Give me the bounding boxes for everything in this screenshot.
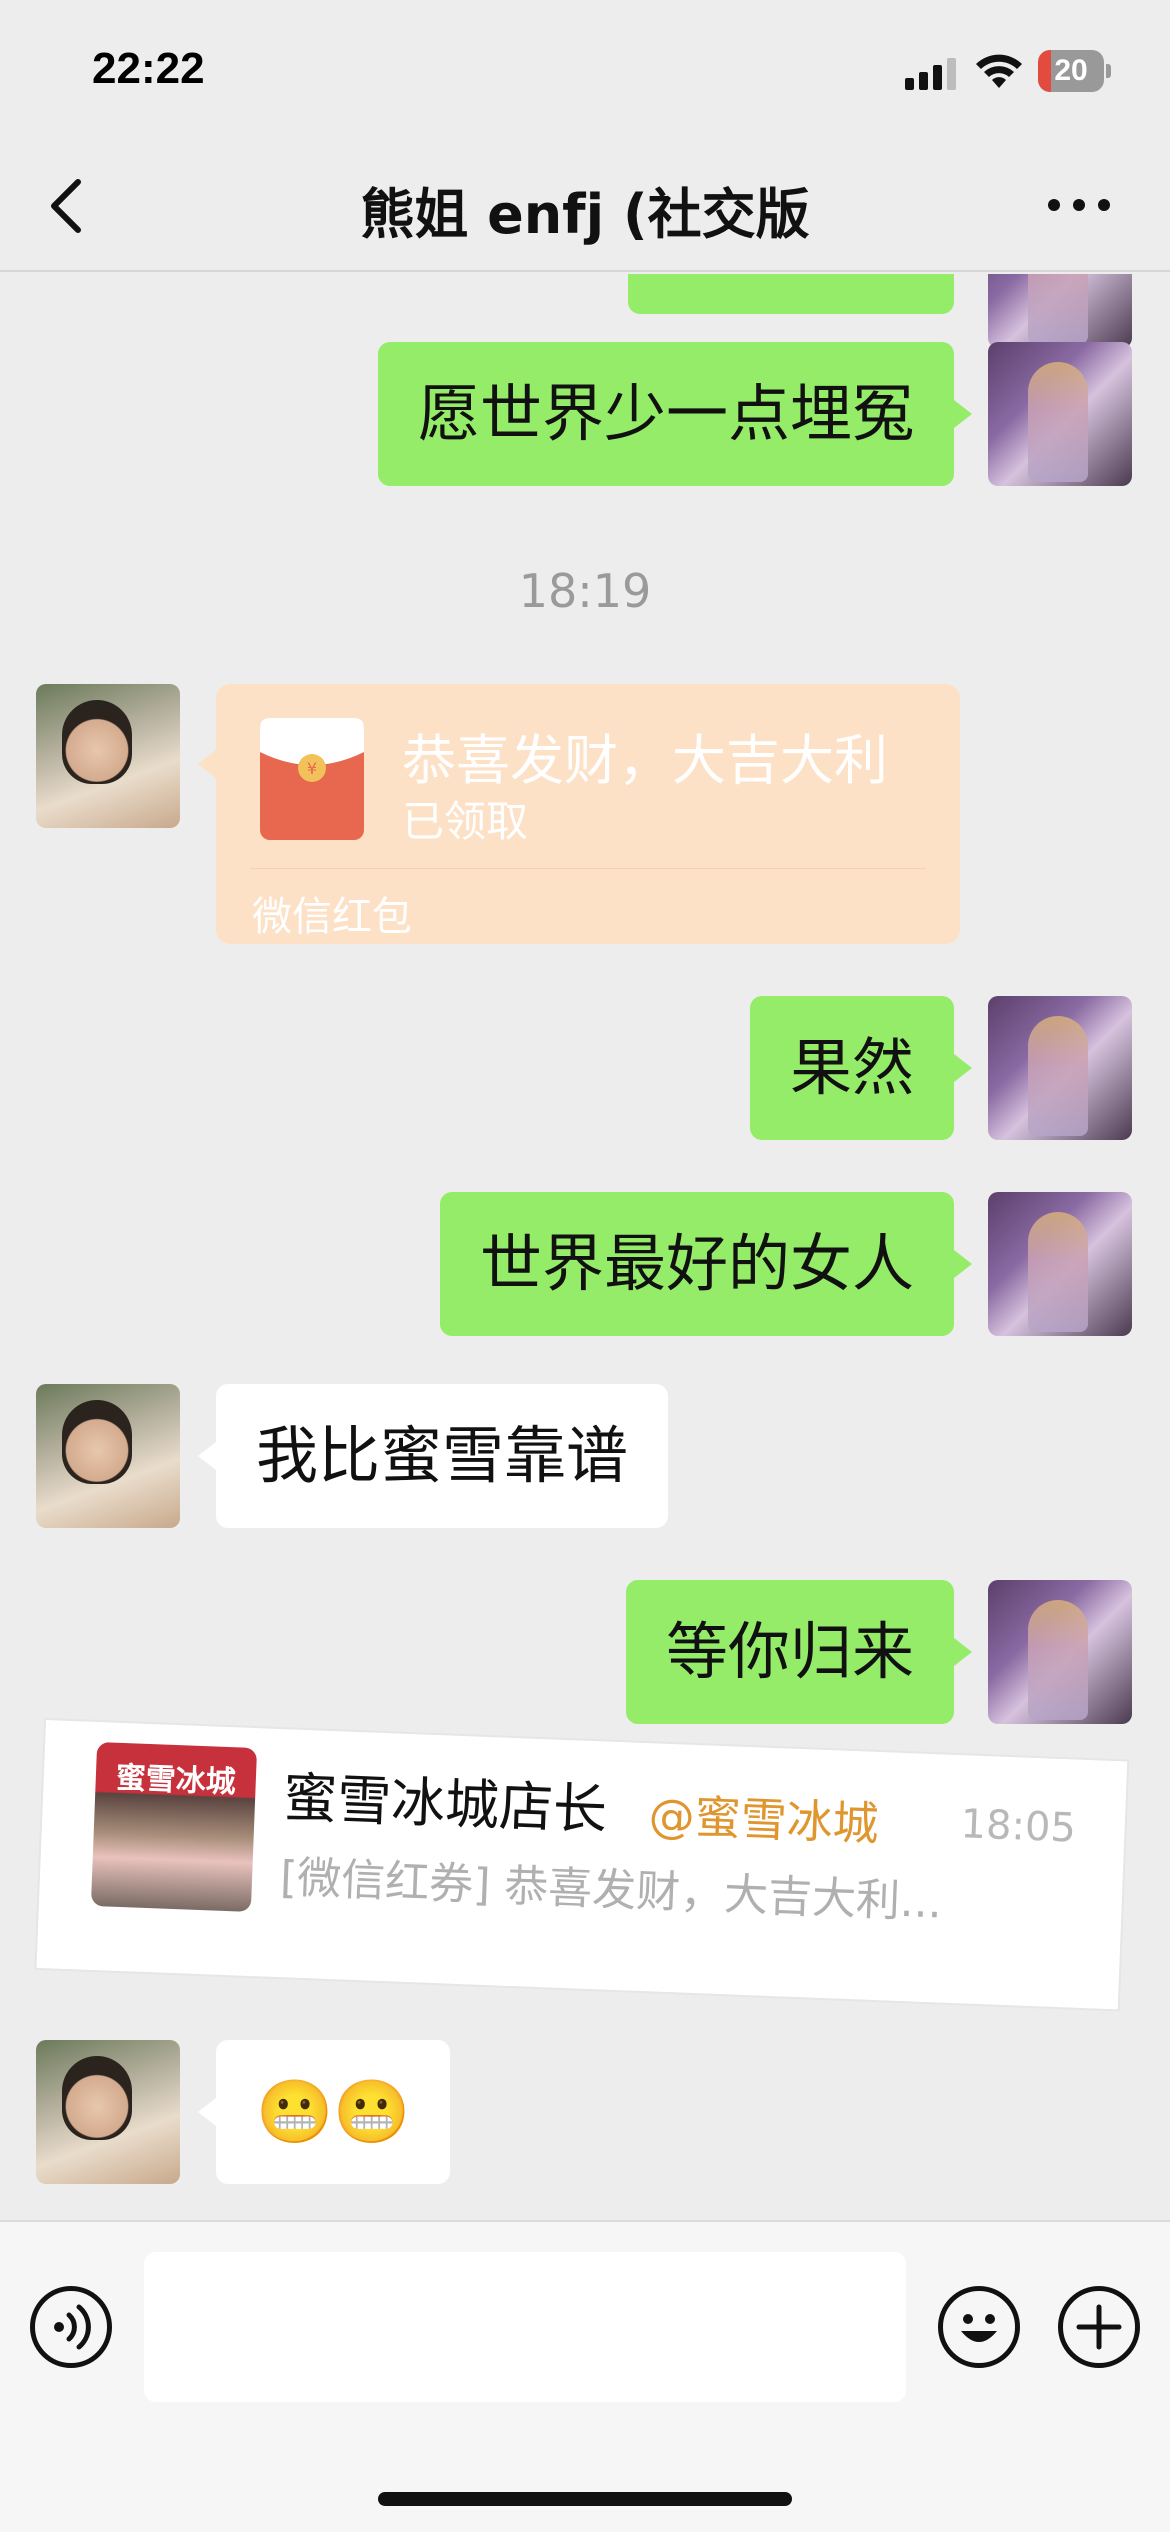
battery-level: 20 bbox=[1054, 54, 1088, 87]
chat-header: 熊姐 enfj (社交版 bbox=[0, 140, 1170, 272]
contact-avatar[interactable] bbox=[36, 1384, 180, 1528]
message-bubble-self[interactable]: 愿世界少一点埋冤 bbox=[377, 342, 954, 486]
message-input[interactable] bbox=[144, 2252, 906, 2402]
emoji-icon[interactable] bbox=[938, 2286, 1020, 2368]
input-bar bbox=[0, 2220, 1170, 2532]
store-thumbnail-label: 蜜雪冰城 bbox=[115, 1760, 237, 1801]
red-packet-card[interactable]: ¥ 恭喜发财，大吉大利 已领取 微信红包 bbox=[216, 684, 960, 944]
voice-icon[interactable] bbox=[30, 2286, 112, 2368]
message-text: 果然 bbox=[789, 1030, 914, 1104]
more-dots-icon[interactable] bbox=[1044, 190, 1114, 220]
message-bubble-partial bbox=[628, 274, 954, 314]
message-text: 等你归来 bbox=[665, 1614, 914, 1688]
message-bubble-self[interactable]: 世界最好的女人 bbox=[439, 1192, 954, 1336]
red-packet-footer: 微信红包 bbox=[252, 894, 412, 940]
notification-sender: 蜜雪冰城店长 bbox=[281, 1766, 609, 1842]
bubble-tail bbox=[954, 1054, 972, 1082]
message-text: 😬😬 bbox=[256, 2074, 411, 2148]
status-bar: 22:22 20 bbox=[0, 0, 1170, 140]
add-icon[interactable] bbox=[1058, 2286, 1140, 2368]
message-bubble-other[interactable]: 😬😬 bbox=[216, 2040, 451, 2184]
chat-title: 熊姐 enfj (社交版 bbox=[360, 183, 810, 246]
wifi-icon bbox=[976, 54, 1022, 88]
self-avatar[interactable] bbox=[988, 342, 1132, 486]
self-avatar[interactable] bbox=[988, 996, 1132, 1140]
message-bubble-self[interactable]: 等你归来 bbox=[625, 1580, 954, 1724]
bubble-tail bbox=[198, 2098, 216, 2126]
red-packet-status: 已领取 bbox=[402, 797, 529, 846]
bubble-tail bbox=[954, 1250, 972, 1278]
contact-avatar[interactable] bbox=[36, 684, 180, 828]
chevron-left-icon[interactable] bbox=[40, 174, 100, 238]
signal-icon bbox=[905, 58, 956, 90]
contact-avatar[interactable] bbox=[36, 2040, 180, 2184]
message-text: 我比蜜雪靠谱 bbox=[256, 1418, 629, 1492]
red-packet-title: 恭喜发财，大吉大利 bbox=[402, 729, 888, 792]
store-thumbnail: 蜜雪冰城 bbox=[90, 1741, 258, 1913]
self-avatar[interactable] bbox=[988, 1192, 1132, 1336]
bubble-tail bbox=[954, 400, 972, 428]
message-text: 愿世界少一点埋冤 bbox=[417, 376, 914, 450]
bubble-tail bbox=[954, 1638, 972, 1666]
bubble-tail bbox=[198, 750, 216, 778]
red-packet-icon: ¥ bbox=[260, 718, 364, 840]
home-indicator[interactable] bbox=[378, 2492, 792, 2506]
notification-time: 18:05 bbox=[959, 1801, 1077, 1852]
self-avatar[interactable] bbox=[988, 1580, 1132, 1724]
notification-mention: @蜜雪冰城 bbox=[647, 1788, 880, 1852]
self-avatar[interactable] bbox=[988, 274, 1132, 348]
message-bubble-self[interactable]: 果然 bbox=[749, 996, 954, 1140]
message-text: 世界最好的女人 bbox=[479, 1226, 914, 1300]
notification-preview: [微信红券] 恭喜发财，大吉大利... bbox=[279, 1852, 943, 1929]
svg-text:¥: ¥ bbox=[307, 759, 317, 778]
bubble-tail bbox=[198, 1442, 216, 1470]
red-packet-divider bbox=[250, 868, 926, 869]
status-time: 22:22 bbox=[92, 44, 205, 93]
message-bubble-other[interactable]: 我比蜜雪靠谱 bbox=[216, 1384, 669, 1528]
battery-icon: 20 bbox=[1038, 50, 1112, 92]
notification-card[interactable]: 蜜雪冰城 蜜雪冰城店长 @蜜雪冰城 18:05 [微信红券] 恭喜发财，大吉大利… bbox=[36, 1720, 1128, 2010]
message-timestamp: 18:19 bbox=[518, 564, 652, 618]
